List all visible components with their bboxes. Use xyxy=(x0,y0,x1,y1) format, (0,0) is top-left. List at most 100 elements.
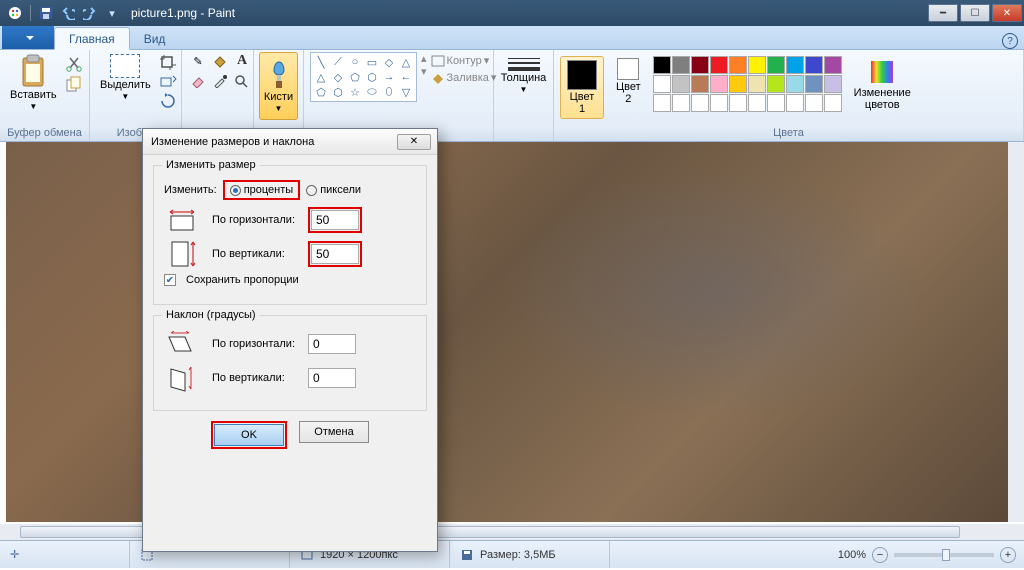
color2-swatch xyxy=(617,58,639,80)
thickness-icon xyxy=(508,58,540,71)
file-menu[interactable] xyxy=(2,26,54,49)
disk-icon xyxy=(460,548,474,562)
clipboard-group-label: Буфер обмена xyxy=(6,127,83,141)
brushes-button[interactable]: Кисти ▼ xyxy=(259,52,298,120)
palette-swatch[interactable] xyxy=(748,94,766,112)
color-palette[interactable] xyxy=(653,56,842,112)
cancel-button[interactable]: Отмена xyxy=(299,421,369,443)
fill-dropdown[interactable]: Заливка ▾ xyxy=(431,71,497,84)
palette-swatch[interactable] xyxy=(710,75,728,93)
horizontal-resize-icon xyxy=(164,206,200,234)
fill-icon[interactable] xyxy=(210,52,230,70)
skew-fieldset: Наклон (градусы) По горизонтали: 0 По ве… xyxy=(153,315,427,411)
palette-swatch[interactable] xyxy=(824,75,842,93)
color1-button[interactable]: Цвет 1 xyxy=(560,56,604,119)
select-icon xyxy=(110,54,140,78)
palette-swatch[interactable] xyxy=(748,56,766,74)
horizontal-skew-icon xyxy=(164,330,200,358)
palette-swatch[interactable] xyxy=(710,56,728,74)
palette-swatch[interactable] xyxy=(824,56,842,74)
ribbon-tabs: Главная Вид ? xyxy=(0,26,1024,50)
tab-view[interactable]: Вид xyxy=(130,28,180,49)
cut-icon[interactable] xyxy=(65,56,83,72)
skew-horizontal-input[interactable]: 0 xyxy=(308,334,356,354)
palette-swatch[interactable] xyxy=(653,94,671,112)
dialog-close-button[interactable]: ✕ xyxy=(397,134,431,150)
palette-swatch[interactable] xyxy=(786,75,804,93)
palette-swatch[interactable] xyxy=(786,94,804,112)
thickness-button[interactable]: Толщина ▼ xyxy=(497,52,551,96)
palette-swatch[interactable] xyxy=(729,75,747,93)
palette-swatch[interactable] xyxy=(767,94,785,112)
tools-grid: ✎ A xyxy=(188,52,252,90)
radio-pixels[interactable]: пиксели xyxy=(306,184,361,196)
zoom-slider[interactable] xyxy=(894,553,994,557)
ok-button[interactable]: OK xyxy=(214,424,284,446)
palette-swatch[interactable] xyxy=(786,56,804,74)
edit-colors-icon xyxy=(868,58,896,86)
tab-home[interactable]: Главная xyxy=(54,27,130,50)
quick-access-toolbar: ▾ xyxy=(4,3,123,23)
resize-icon[interactable] xyxy=(159,73,177,89)
palette-swatch[interactable] xyxy=(748,75,766,93)
thickness-label: Толщина xyxy=(501,72,547,84)
shapes-gallery[interactable]: ╲⟋○▭◇△ △◇⬠⬡→← ⬠⬡☆⬭⬯▽ xyxy=(310,52,417,102)
palette-swatch[interactable] xyxy=(653,56,671,74)
palette-swatch[interactable] xyxy=(710,94,728,112)
palette-swatch[interactable] xyxy=(672,94,690,112)
palette-swatch[interactable] xyxy=(805,56,823,74)
vertical-skew-icon xyxy=(164,364,200,392)
radio-percent[interactable]: проценты xyxy=(226,183,298,197)
palette-swatch[interactable] xyxy=(691,94,709,112)
scrollbar-vertical[interactable] xyxy=(1008,142,1024,522)
aspect-ratio-checkbox[interactable]: ✔ xyxy=(164,274,176,286)
zoom-in-button[interactable]: + xyxy=(1000,547,1016,563)
zoom-out-button[interactable]: − xyxy=(872,547,888,563)
vertical-label: По вертикали: xyxy=(212,248,302,260)
crop-icon[interactable] xyxy=(159,54,177,70)
edit-colors-button[interactable]: Изменение цветов xyxy=(850,56,915,113)
palette-swatch[interactable] xyxy=(767,75,785,93)
outline-dropdown[interactable]: Контур ▾ xyxy=(431,54,497,67)
copy-icon[interactable] xyxy=(65,76,83,92)
paint-app-icon xyxy=(4,3,26,23)
minimize-button[interactable]: ━ xyxy=(928,4,958,22)
palette-swatch[interactable] xyxy=(672,75,690,93)
undo-icon[interactable] xyxy=(57,3,79,23)
save-icon[interactable] xyxy=(35,3,57,23)
close-button[interactable]: ✕ xyxy=(992,4,1022,22)
cursor-position: ✛ xyxy=(0,541,130,568)
text-icon[interactable]: A xyxy=(232,52,252,70)
file-size: Размер: 3,5МБ xyxy=(450,541,610,568)
palette-swatch[interactable] xyxy=(691,75,709,93)
redo-icon[interactable] xyxy=(79,3,101,23)
skew-vertical-input[interactable]: 0 xyxy=(308,368,356,388)
magnifier-icon[interactable] xyxy=(232,72,252,90)
palette-swatch[interactable] xyxy=(824,94,842,112)
horizontal-label: По горизонтали: xyxy=(212,214,302,226)
paste-label: Вставить xyxy=(10,89,57,101)
maximize-button[interactable]: ☐ xyxy=(960,4,990,22)
eraser-icon[interactable] xyxy=(188,72,208,90)
palette-swatch[interactable] xyxy=(691,56,709,74)
palette-swatch[interactable] xyxy=(729,56,747,74)
select-button[interactable]: Выделить ▼ xyxy=(96,52,155,103)
help-icon[interactable]: ? xyxy=(1002,33,1018,49)
picker-icon[interactable] xyxy=(210,72,230,90)
palette-swatch[interactable] xyxy=(767,56,785,74)
skew-vertical-label: По вертикали: xyxy=(212,372,302,384)
paste-button[interactable]: Вставить ▼ xyxy=(6,52,61,113)
pencil-icon[interactable]: ✎ xyxy=(188,52,208,70)
horizontal-input[interactable]: 50 xyxy=(311,210,359,230)
palette-swatch[interactable] xyxy=(729,94,747,112)
palette-swatch[interactable] xyxy=(805,94,823,112)
dialog-title: Изменение размеров и наклона xyxy=(151,136,314,148)
palette-swatch[interactable] xyxy=(672,56,690,74)
window-title: picture1.png - Paint xyxy=(131,6,235,20)
qat-customize-icon[interactable]: ▾ xyxy=(101,3,123,23)
vertical-input[interactable]: 50 xyxy=(311,244,359,264)
palette-swatch[interactable] xyxy=(653,75,671,93)
rotate-icon[interactable] xyxy=(159,92,177,108)
color2-button[interactable]: Цвет 2 xyxy=(612,56,645,107)
palette-swatch[interactable] xyxy=(805,75,823,93)
